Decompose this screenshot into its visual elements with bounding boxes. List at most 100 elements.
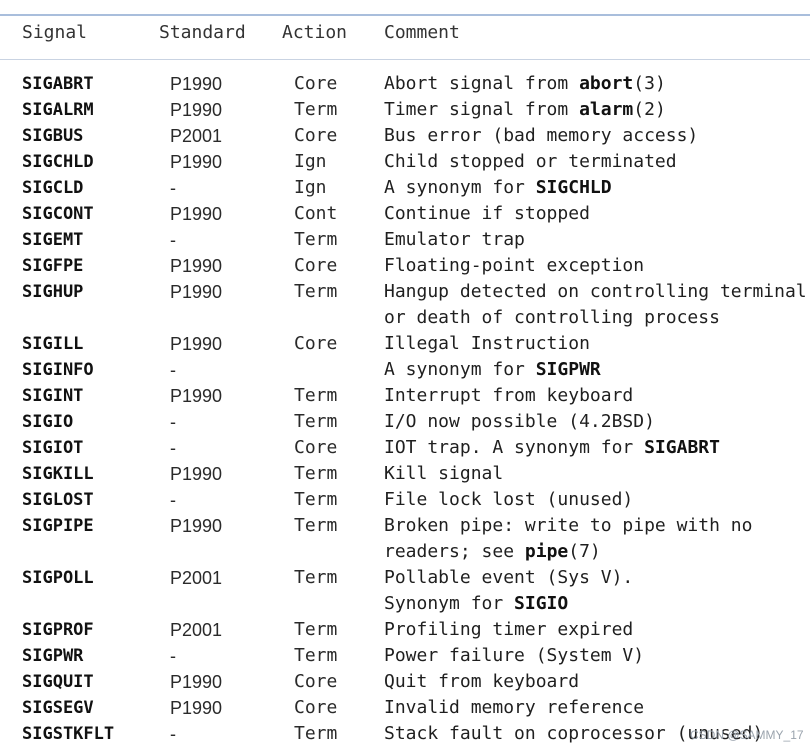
header-signal: Signal — [22, 22, 88, 43]
signal-action: Core — [294, 255, 338, 276]
signal-name: SIGINT — [22, 386, 84, 406]
comment-line: Emulator trap — [384, 227, 525, 253]
signal-name: SIGQUIT — [22, 672, 94, 692]
signal-action: Core — [294, 437, 338, 458]
table-row: SIGALRM P1990 Term Timer signal from alarm(… — [0, 97, 810, 123]
signal-action: Core — [294, 671, 338, 692]
signal-action: Term — [294, 229, 338, 250]
signal-standard: P1990 — [170, 672, 223, 692]
comment-text: Illegal Instruction — [384, 333, 590, 354]
signal-standard: P2001 — [170, 620, 223, 640]
signal-comment: Kill signal — [384, 461, 503, 487]
comment-text: I/O now possible (4.2BSD) — [384, 411, 655, 432]
table-row: SIGQUIT P1990 Core Quit from keyboard — [0, 669, 810, 695]
comment-text: Profiling timer expired — [384, 619, 634, 640]
comment-text: Synonym for — [384, 593, 515, 614]
signal-comment: Child stopped or terminated — [384, 149, 677, 175]
table-row: SIGCHLD P1990 Ign Child stopped or terminat… — [0, 149, 810, 175]
signal-action: Core — [294, 73, 338, 94]
signal-name: SIGFPE — [22, 256, 84, 276]
signal-standard: P1990 — [170, 464, 223, 484]
signal-standard: - — [170, 178, 176, 198]
table-row: SIGFPE P1990 Core Floating-point exception — [0, 253, 810, 279]
signal-standard: P1990 — [170, 282, 223, 302]
table-header: Signal Standard Action Comment — [0, 16, 810, 60]
signal-action: Term — [294, 567, 338, 588]
comment-line: Interrupt from keyboard — [384, 383, 633, 409]
signal-standard: - — [170, 438, 176, 458]
comment-line: File lock lost (unused) — [384, 487, 633, 513]
comment-line: or death of controlling process — [384, 305, 807, 331]
comment-keyword: SIGABRT — [644, 437, 720, 458]
signal-standard: P2001 — [170, 126, 223, 146]
comment-line: Illegal Instruction — [384, 331, 590, 357]
signal-comment: Continue if stopped — [384, 201, 590, 227]
comment-line: readers; see pipe(7) — [384, 539, 752, 565]
header-standard: Standard — [159, 22, 246, 43]
signal-name: SIGSEGV — [22, 698, 94, 718]
comment-text: Child stopped or terminated — [384, 151, 677, 172]
signal-comment: Bus error (bad memory access) — [384, 123, 698, 149]
signal-name: SIGIO — [22, 412, 74, 432]
signal-comment: Quit from keyboard — [384, 669, 579, 695]
signal-name: SIGPROF — [22, 620, 94, 640]
watermark: CSDN @SAMMY_17 — [690, 728, 804, 742]
comment-text: readers; see — [384, 541, 525, 562]
table-row: SIGCLD - Ign A synonym for SIGCHLD — [0, 175, 810, 201]
comment-keyword: abort — [579, 73, 634, 94]
signal-comment: Emulator trap — [384, 227, 525, 253]
signal-comment: Hangup detected on controlling terminal o… — [384, 279, 807, 331]
signal-comment: Timer signal from alarm(2) — [384, 97, 666, 123]
signal-standard: P2001 — [170, 568, 223, 588]
signal-standard: - — [170, 360, 176, 380]
comment-line: Continue if stopped — [384, 201, 590, 227]
signal-standard: P1990 — [170, 334, 223, 354]
comment-line: Quit from keyboard — [384, 669, 579, 695]
comment-text: (3) — [633, 73, 666, 94]
signal-comment: Profiling timer expired — [384, 617, 633, 643]
table-row: SIGPROF P2001 Term Profiling timer expired — [0, 617, 810, 643]
table-row: SIGCONT P1990 Cont Continue if stopped — [0, 201, 810, 227]
signal-standard: - — [170, 230, 176, 250]
signal-standard: P1990 — [170, 386, 223, 406]
signal-action: Term — [294, 411, 338, 432]
comment-text: Timer signal from — [384, 99, 580, 120]
signal-standard: P1990 — [170, 256, 223, 276]
signal-name: SIGPWR — [22, 646, 84, 666]
signal-name: SIGHUP — [22, 282, 84, 302]
comment-line: Power failure (System V) — [384, 643, 644, 669]
comment-text: File lock lost (unused) — [384, 489, 634, 510]
table-row: SIGHUP P1990 Term Hangup detected on contro… — [0, 279, 810, 331]
table-row: SIGLOST - Term File lock lost (unused) — [0, 487, 810, 513]
signal-action: Term — [294, 463, 338, 484]
signal-action: Term — [294, 515, 338, 536]
signal-standard: - — [170, 646, 176, 666]
signal-comment: Floating-point exception — [384, 253, 644, 279]
signal-name: SIGALRM — [22, 100, 94, 120]
comment-line: Broken pipe: write to pipe with no — [384, 513, 752, 539]
table-row: SIGPWR - Term Power failure (System V) — [0, 643, 810, 669]
signal-name: SIGSTKFLT — [22, 724, 115, 744]
comment-line: Kill signal — [384, 461, 503, 487]
signal-comment: A synonym for SIGPWR — [384, 357, 601, 383]
comment-line: I/O now possible (4.2BSD) — [384, 409, 655, 435]
comment-text: Hangup detected on controlling terminal — [384, 281, 807, 302]
signal-name: SIGABRT — [22, 74, 94, 94]
comment-line: Synonym for SIGIO — [384, 591, 633, 617]
signal-comment: A synonym for SIGCHLD — [384, 175, 612, 201]
header-action: Action — [282, 22, 348, 43]
signal-action: Term — [294, 385, 338, 406]
signal-standard: P1990 — [170, 74, 223, 94]
signal-comment: Broken pipe: write to pipe with no reader… — [384, 513, 752, 565]
comment-text: Pollable event (Sys V). — [384, 567, 634, 588]
signal-comment: Interrupt from keyboard — [384, 383, 633, 409]
signal-action: Core — [294, 697, 338, 718]
signal-name: SIGPOLL — [22, 568, 94, 588]
table-row: SIGPIPE P1990 Term Broken pipe: write to pi… — [0, 513, 810, 565]
signal-action: Term — [294, 645, 338, 666]
signal-name: SIGINFO — [22, 360, 94, 380]
signal-action: Term — [294, 619, 338, 640]
signal-action: Ign — [294, 151, 327, 172]
signal-name: SIGPIPE — [22, 516, 94, 536]
signal-standard: - — [170, 490, 176, 510]
